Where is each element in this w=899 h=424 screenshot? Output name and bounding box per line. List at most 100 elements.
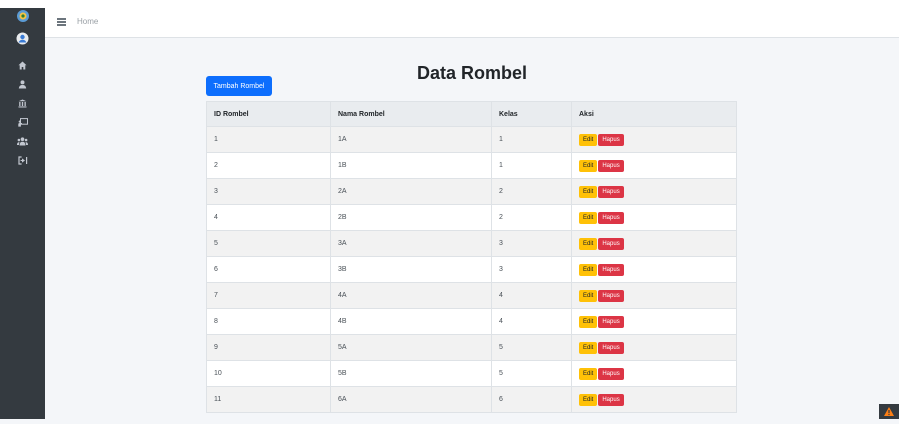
edit-button[interactable]: Edit [579, 159, 598, 172]
cell-actions: Edit Hapus [571, 308, 737, 335]
cell-name: 3A [330, 230, 492, 257]
cell-actions: Edit Hapus [571, 334, 737, 361]
menu-toggle-icon[interactable] [57, 18, 66, 26]
delete-button[interactable]: Hapus [598, 185, 624, 198]
breadcrumb-home-link[interactable]: Home [77, 17, 98, 26]
cell-actions: Edit Hapus [571, 360, 737, 387]
edit-button[interactable]: Edit [579, 237, 598, 250]
cell-name: 2B [330, 204, 492, 231]
user-icon[interactable] [0, 76, 45, 92]
cell-id: 10 [206, 360, 331, 387]
delete-button[interactable]: Hapus [598, 263, 624, 276]
cell-actions: Edit Hapus [571, 126, 737, 153]
cell-name: 2A [330, 178, 492, 205]
table-row: 4 2B 2 Edit Hapus [206, 204, 737, 231]
edit-button[interactable]: Edit [579, 289, 598, 302]
cell-actions: Edit Hapus [571, 152, 737, 179]
cell-id: 1 [206, 126, 331, 153]
cell-class: 4 [491, 282, 572, 309]
cell-name: 5A [330, 334, 492, 361]
cell-name: 6A [330, 386, 492, 413]
table-row: 2 1B 1 Edit Hapus [206, 152, 737, 179]
table-row: 10 5B 5 Edit Hapus [206, 360, 737, 387]
cell-class: 5 [491, 334, 572, 361]
table-row: 7 4A 4 Edit Hapus [206, 282, 737, 309]
home-icon[interactable] [0, 57, 45, 73]
table-row: 11 6A 6 Edit Hapus [206, 386, 737, 413]
chalkboard-icon[interactable] [0, 114, 45, 130]
top-navbar: Home [45, 8, 899, 38]
delete-button[interactable]: Hapus [598, 315, 624, 328]
column-header-name: Nama Rombel [330, 101, 492, 127]
column-header-id: ID Rombel [206, 101, 331, 127]
add-rombel-button[interactable]: Tambah Rombel [206, 76, 272, 96]
window-top-strip [0, 0, 899, 8]
cell-name: 1A [330, 126, 492, 153]
cell-class: 2 [491, 204, 572, 231]
delete-button[interactable]: Hapus [598, 289, 624, 302]
cell-id: 8 [206, 308, 331, 335]
cell-class: 2 [491, 178, 572, 205]
delete-button[interactable]: Hapus [598, 211, 624, 224]
cell-class: 3 [491, 256, 572, 283]
delete-button[interactable]: Hapus [598, 159, 624, 172]
table-row: 3 2A 2 Edit Hapus [206, 178, 737, 205]
delete-button[interactable]: Hapus [598, 341, 624, 354]
edit-button[interactable]: Edit [579, 185, 598, 198]
cell-class: 3 [491, 230, 572, 257]
users-icon[interactable] [0, 133, 45, 149]
cell-name: 4A [330, 282, 492, 309]
user-avatar-icon[interactable] [0, 30, 45, 46]
cell-class: 5 [491, 360, 572, 387]
table-row: 8 4B 4 Edit Hapus [206, 308, 737, 335]
table-header-row: ID Rombel Nama Rombel Kelas Aksi [206, 101, 737, 127]
table-body: 1 1A 1 Edit Hapus 2 1B 1 Edit Hapus 3 2A 2 Edit Hapus 4… [206, 126, 737, 413]
cell-actions: Edit Hapus [571, 256, 737, 283]
edit-button[interactable]: Edit [579, 263, 598, 276]
building-icon[interactable] [0, 95, 45, 111]
table-row: 5 3A 3 Edit Hapus [206, 230, 737, 257]
cell-id: 11 [206, 386, 331, 413]
table-row: 9 5A 5 Edit Hapus [206, 334, 737, 361]
logo-icon[interactable] [0, 8, 45, 24]
cell-actions: Edit Hapus [571, 204, 737, 231]
edit-button[interactable]: Edit [579, 315, 598, 328]
cell-name: 5B [330, 360, 492, 387]
column-header-actions: Aksi [571, 101, 737, 127]
edit-button[interactable]: Edit [579, 341, 598, 354]
cell-actions: Edit Hapus [571, 230, 737, 257]
logout-icon[interactable] [0, 152, 45, 168]
table-row: 1 1A 1 Edit Hapus [206, 126, 737, 153]
cell-name: 3B [330, 256, 492, 283]
edit-button[interactable]: Edit [579, 367, 598, 380]
edit-button[interactable]: Edit [579, 211, 598, 224]
cell-class: 1 [491, 126, 572, 153]
edit-button[interactable]: Edit [579, 393, 598, 406]
sidebar [0, 8, 45, 419]
warning-icon [879, 404, 899, 419]
cell-name: 1B [330, 152, 492, 179]
cell-actions: Edit Hapus [571, 178, 737, 205]
cell-id: 6 [206, 256, 331, 283]
cell-class: 1 [491, 152, 572, 179]
cell-id: 4 [206, 204, 331, 231]
delete-button[interactable]: Hapus [598, 367, 624, 380]
cell-name: 4B [330, 308, 492, 335]
cell-id: 9 [206, 334, 331, 361]
cell-class: 6 [491, 386, 572, 413]
cell-id: 5 [206, 230, 331, 257]
cell-id: 2 [206, 152, 331, 179]
delete-button[interactable]: Hapus [598, 237, 624, 250]
edit-button[interactable]: Edit [579, 133, 598, 146]
delete-button[interactable]: Hapus [598, 393, 624, 406]
cell-actions: Edit Hapus [571, 386, 737, 413]
cell-class: 4 [491, 308, 572, 335]
table-row: 6 3B 3 Edit Hapus [206, 256, 737, 283]
cell-id: 3 [206, 178, 331, 205]
delete-button[interactable]: Hapus [598, 133, 624, 146]
cell-actions: Edit Hapus [571, 282, 737, 309]
column-header-class: Kelas [491, 101, 572, 127]
cell-id: 7 [206, 282, 331, 309]
rombel-table: ID Rombel Nama Rombel Kelas Aksi 1 1A 1 Edi… [206, 101, 737, 413]
page-title: Data Rombel [416, 63, 528, 84]
